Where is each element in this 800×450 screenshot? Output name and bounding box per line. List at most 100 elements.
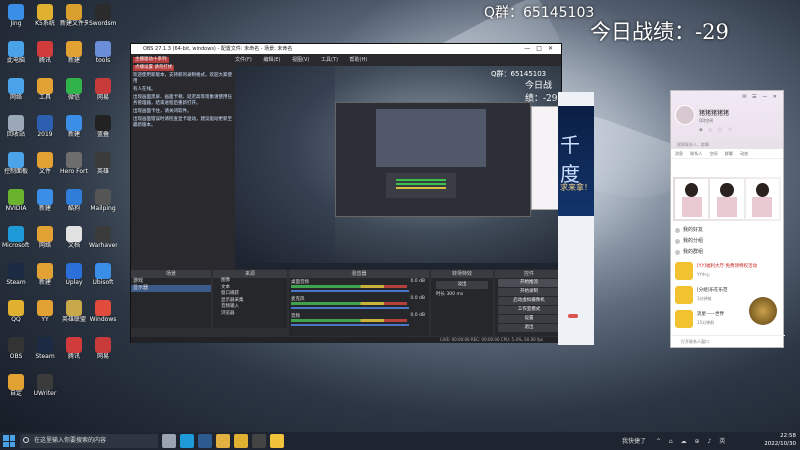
desktop-icon[interactable]: 新建文件夹 [60, 4, 88, 27]
desktop-icon[interactable]: Hero Fortune [60, 152, 88, 175]
clock[interactable]: 22:58 2022/10/30 [756, 433, 796, 448]
volume-fader[interactable] [291, 290, 409, 292]
desktop-icon[interactable]: OBS [2, 337, 30, 360]
mixer-channel: 麦克风 0.0 dB [289, 295, 429, 312]
app-icon [8, 4, 24, 20]
taskbar-search-input[interactable]: 在这里输入你要搜索的内容 [20, 434, 158, 448]
studio-mode-button[interactable]: 工作室模式 [498, 306, 560, 314]
taskbar-app-icon[interactable] [234, 434, 248, 448]
virtual-camera-button[interactable]: 启动虚拟摄像机 [498, 297, 560, 305]
list-item[interactable]: 我的群组 [673, 247, 781, 258]
settings-button[interactable]: 设置 [498, 315, 560, 323]
clock-date: 2022/10/30 [764, 440, 796, 447]
qq-bottom-bar[interactable]: 打开联系人窗口 [671, 335, 785, 347]
desktop-icon[interactable]: 此电脑 [2, 41, 30, 64]
desktop-icon[interactable]: Microsoft Edge [2, 226, 30, 249]
desktop-icon-label: K5系统 [35, 20, 55, 27]
list-item[interactable]: 我的好友 [673, 225, 781, 236]
desktop-icon[interactable]: 2019 [31, 115, 59, 138]
menu-edit[interactable]: 编辑(E) [263, 57, 280, 63]
lion-avatar-icon[interactable] [749, 297, 777, 325]
desktop-icon[interactable]: UWriter [31, 374, 59, 397]
app-icon [8, 337, 24, 353]
scene-item[interactable]: 显示器 [131, 285, 211, 292]
menu-view[interactable]: 视图(V) [292, 57, 309, 63]
start-recording-button[interactable]: 开始录制 [498, 288, 560, 296]
desktop-icon[interactable]: Ubisoft [89, 263, 117, 286]
conversation-title: 流星——世界 [697, 312, 724, 317]
desktop-icon[interactable]: 腾讯 [31, 41, 59, 64]
scene-item[interactable]: 游戏 [131, 278, 211, 285]
taskbar-app-icon[interactable] [162, 434, 176, 448]
list-item[interactable]: 我的分组 [673, 236, 781, 247]
desktop-icon[interactable]: 文档 [60, 226, 88, 249]
desktop-icon[interactable]: 控制面板 [2, 152, 30, 175]
desktop-icon[interactable]: 网络 [31, 226, 59, 249]
taskbar-app-icon[interactable] [270, 434, 284, 448]
desktop-icon[interactable]: 新建 [60, 41, 88, 64]
window-controls[interactable]: —□✕ [524, 44, 559, 54]
desktop-icon[interactable]: Swordsman [89, 4, 117, 27]
qq-search-input[interactable]: 搜索联系人、群聊 [671, 141, 783, 149]
desktop-icon[interactable]: 英雄联盟 [60, 300, 88, 323]
desktop-icon[interactable]: 酷狗 [60, 189, 88, 212]
conversation-item[interactable]: [YY]福利大厅·免费领特权活动 YY中心 [673, 260, 781, 282]
windows-start-icon[interactable] [3, 435, 15, 447]
app-icon [66, 263, 82, 279]
browser-window[interactable]: 千度 求来拿！ [558, 92, 594, 345]
desktop-icon[interactable]: Mailping [89, 189, 117, 212]
avatar[interactable] [675, 105, 695, 125]
scenes-header: 场景 [131, 270, 211, 278]
qq-photo-banner[interactable] [673, 177, 781, 221]
obs-preview[interactable]: Q群：65145103 今日战绩：-29 [235, 66, 561, 269]
desktop-icon[interactable]: 回收站 [2, 115, 30, 138]
desktop-icon[interactable]: Jing [2, 4, 30, 27]
tab-feed[interactable]: 动态 [740, 151, 748, 156]
desktop-icon[interactable]: 腾讯 [60, 337, 88, 360]
desktop-icon[interactable]: Warhaven Playtest [89, 226, 117, 249]
qq-status-icons[interactable]: ◆ ◇ ○ ☆ [699, 127, 734, 133]
desktop-icon[interactable]: NVIDIA [2, 189, 30, 212]
qq-window-controls[interactable]: ✉ ☰ — ✕ [742, 94, 779, 100]
exit-button[interactable]: 退出 [498, 324, 560, 332]
desktop-icon[interactable]: 英雄 [89, 152, 117, 175]
desktop-icon[interactable]: 蓝叠 [89, 115, 117, 138]
desktop-icon[interactable]: 文件 [31, 152, 59, 175]
tray-icons[interactable]: ^ ⌂ ☁ ⊕ ♪ 英 [656, 436, 728, 445]
desktop-icon[interactable]: 网易 [89, 78, 117, 101]
desktop-icon[interactable]: 网易 [89, 337, 117, 360]
desktop-icon[interactable]: Uplay [60, 263, 88, 286]
desktop-icon[interactable]: 微信 [60, 78, 88, 101]
taskbar-app-icon[interactable] [216, 434, 230, 448]
desktop-icon[interactable]: Steam [31, 337, 59, 360]
desktop-icon[interactable]: 新建 [31, 263, 59, 286]
desktop-icon[interactable]: 新建 [60, 115, 88, 138]
desktop-icon[interactable]: YY [31, 300, 59, 323]
duration-value[interactable]: 300 ms [446, 292, 463, 297]
tab-space[interactable]: 空间 [710, 151, 718, 156]
desktop-icon[interactable]: 网络 [2, 78, 30, 101]
taskbar-app-icon[interactable] [252, 434, 266, 448]
start-streaming-button[interactable]: 开始推流 [498, 279, 560, 287]
desktop-icon[interactable]: K5系统 [31, 4, 59, 27]
desktop-icon[interactable]: Steam [2, 263, 30, 286]
menu-tools[interactable]: 工具(T) [321, 57, 338, 63]
menu-help[interactable]: 帮助(H) [350, 57, 368, 63]
taskbar-app-icon[interactable] [198, 434, 212, 448]
desktop-icon[interactable]: 新建 [31, 189, 59, 212]
tab-messages[interactable]: 消息 [675, 151, 683, 156]
volume-fader[interactable] [291, 307, 409, 309]
desktop-icon[interactable]: Windows [89, 300, 117, 323]
volume-fader[interactable] [291, 324, 409, 326]
menu-file[interactable]: 文件(F) [235, 57, 252, 63]
desktop-icon[interactable]: tools [89, 41, 117, 64]
desktop-icon[interactable]: 工具 [31, 78, 59, 101]
taskbar-app-icon[interactable] [180, 434, 194, 448]
desktop-icon[interactable]: 自定 [2, 374, 30, 397]
desktop-icon[interactable]: QQ [2, 300, 30, 323]
tab-contacts[interactable]: 联系人 [690, 151, 702, 156]
transition-select[interactable]: 淡出 [436, 281, 488, 289]
source-item[interactable]: 浏览器 [213, 311, 287, 318]
tab-groups[interactable]: 群聊 [725, 151, 733, 156]
desktop-icon-label: 新建 [38, 279, 51, 286]
